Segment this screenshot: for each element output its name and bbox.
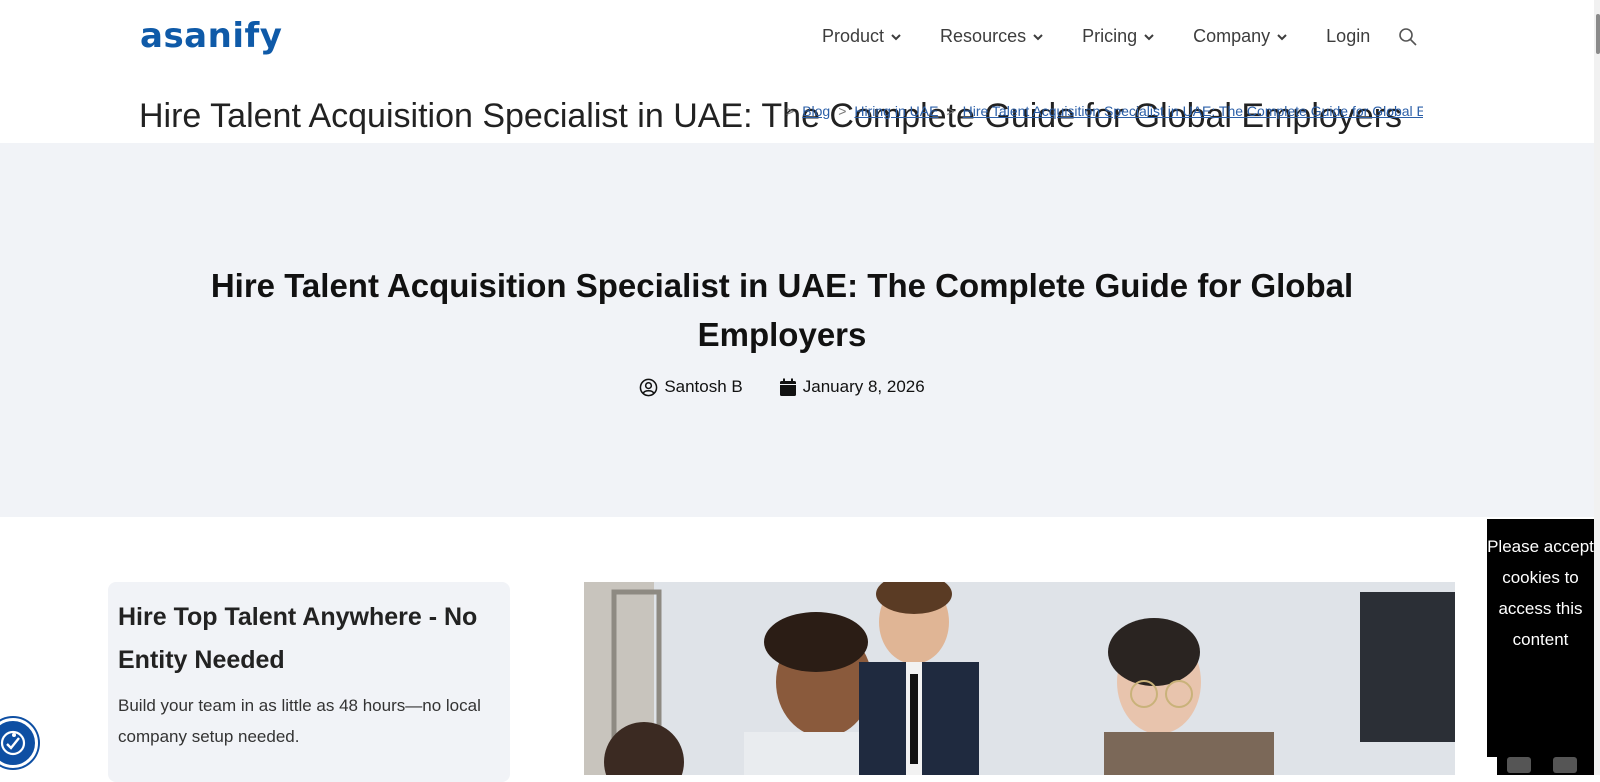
nav-product[interactable]: Product xyxy=(822,26,902,47)
author-meta: Santosh B xyxy=(639,377,743,397)
chevron-down-icon xyxy=(1277,33,1287,40)
nav-product-label: Product xyxy=(822,26,885,46)
asanify-logo[interactable]: asanify xyxy=(140,16,282,56)
hero-section: Hire Talent Acquisition Specialist in UA… xyxy=(0,143,1594,517)
nav-resources-label: Resources xyxy=(940,26,1027,46)
card-text: Build your team in as little as 48 hours… xyxy=(118,696,481,746)
article-title: Hire Talent Acquisition Specialist in UA… xyxy=(210,267,1354,353)
hire-talent-card: Hire Top Talent Anywhere - No Entity Nee… xyxy=(108,582,510,782)
cookie-tabs xyxy=(1497,757,1594,775)
nav-pricing[interactable]: Pricing xyxy=(1082,26,1155,47)
office-meeting-photo xyxy=(584,582,1455,775)
publish-date: January 8, 2026 xyxy=(802,377,925,396)
breadcrumb: > Blog > Hiring in UAE > Hire Talent Acq… xyxy=(778,103,1423,119)
nav-pricing-label: Pricing xyxy=(1082,26,1138,46)
breadcrumb-separator: > xyxy=(946,103,955,119)
scrollbar-thumb[interactable] xyxy=(1596,14,1600,54)
nav-company-label: Company xyxy=(1193,26,1271,46)
nav-company[interactable]: Company xyxy=(1193,26,1288,47)
chevron-down-icon xyxy=(1144,33,1154,40)
cookie-consent-notice: Please accept cookies to access this con… xyxy=(1487,519,1594,757)
breadcrumb-hiring-in-uae[interactable]: Hiring in UAE xyxy=(854,103,938,119)
main-nav: Product Resources Pricing Company Login xyxy=(822,26,1418,47)
accessibility-button[interactable] xyxy=(0,718,38,768)
breadcrumb-current-article[interactable]: Hire Talent Acquisition Specialist in UA… xyxy=(963,103,1423,119)
date-meta: January 8, 2026 xyxy=(779,377,925,397)
nav-resources[interactable]: Resources xyxy=(940,26,1044,47)
breadcrumb-separator: > xyxy=(786,103,795,119)
page-scrollbar[interactable] xyxy=(1594,0,1600,775)
user-circle-icon xyxy=(639,378,658,396)
author-name[interactable]: Santosh B xyxy=(664,377,742,397)
chevron-down-icon xyxy=(891,33,901,40)
article-meta: Santosh B January 8, 2026 xyxy=(0,377,1564,397)
login-link[interactable]: Login xyxy=(1326,26,1370,47)
site-header: asanify Product Resources Pricing Compan… xyxy=(0,0,1594,80)
card-title: Hire Top Talent Anywhere - No Entity Nee… xyxy=(118,603,478,674)
chevron-down-icon xyxy=(1033,33,1043,40)
featured-image xyxy=(584,582,1455,775)
calendar-icon xyxy=(779,378,796,396)
search-icon[interactable] xyxy=(1398,27,1418,47)
breadcrumb-separator: > xyxy=(838,103,847,119)
breadcrumb-blog[interactable]: Blog xyxy=(802,103,830,119)
accessibility-icon xyxy=(0,730,26,756)
